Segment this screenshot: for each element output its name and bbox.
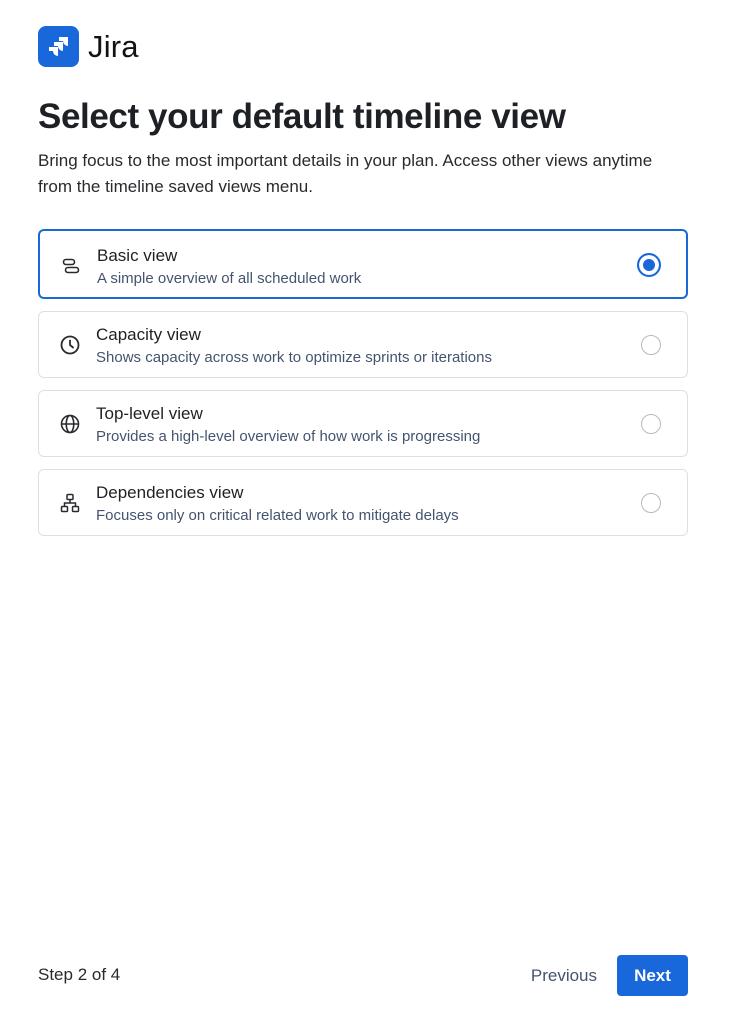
option-basic-view[interactable]: Basic view A simple overview of all sche… <box>38 229 688 299</box>
option-title: Capacity view <box>96 325 201 344</box>
previous-button[interactable]: Previous <box>516 955 612 996</box>
basic-view-icon <box>60 255 82 277</box>
radio-top-level-view[interactable] <box>641 414 661 434</box>
jira-logo-icon <box>38 26 79 67</box>
page-subtitle: Bring focus to the most important detail… <box>38 151 653 196</box>
option-description: Focuses only on critical related work to… <box>96 507 459 524</box>
radio-dependencies-view[interactable] <box>641 493 661 513</box>
view-options: Basic view A simple overview of all sche… <box>38 229 688 548</box>
option-top-level-view[interactable]: Top-level view Provides a high-level ove… <box>38 390 688 457</box>
page-title: Select your default timeline view <box>38 97 566 136</box>
radio-capacity-view[interactable] <box>641 335 661 355</box>
brand-name: Jira <box>88 29 139 64</box>
jira-logo: Jira <box>38 26 139 67</box>
clock-icon <box>59 334 81 356</box>
option-dependencies-view[interactable]: Dependencies view Focuses only on critic… <box>38 469 688 536</box>
option-title: Dependencies view <box>96 483 244 502</box>
option-title: Basic view <box>97 246 178 265</box>
next-button[interactable]: Next <box>617 955 688 996</box>
globe-icon <box>59 413 81 435</box>
option-description: A simple overview of all scheduled work <box>97 270 362 287</box>
step-indicator: Step 2 of 4 <box>38 965 121 984</box>
hierarchy-icon <box>59 492 81 514</box>
radio-basic-view[interactable] <box>637 253 661 277</box>
option-title: Top-level view <box>96 404 203 423</box>
wizard-footer: Step 2 of 4 Previous Next <box>38 955 688 996</box>
option-capacity-view[interactable]: Capacity view Shows capacity across work… <box>38 311 688 378</box>
option-description: Provides a high-level overview of how wo… <box>96 428 481 445</box>
option-description: Shows capacity across work to optimize s… <box>96 349 492 366</box>
